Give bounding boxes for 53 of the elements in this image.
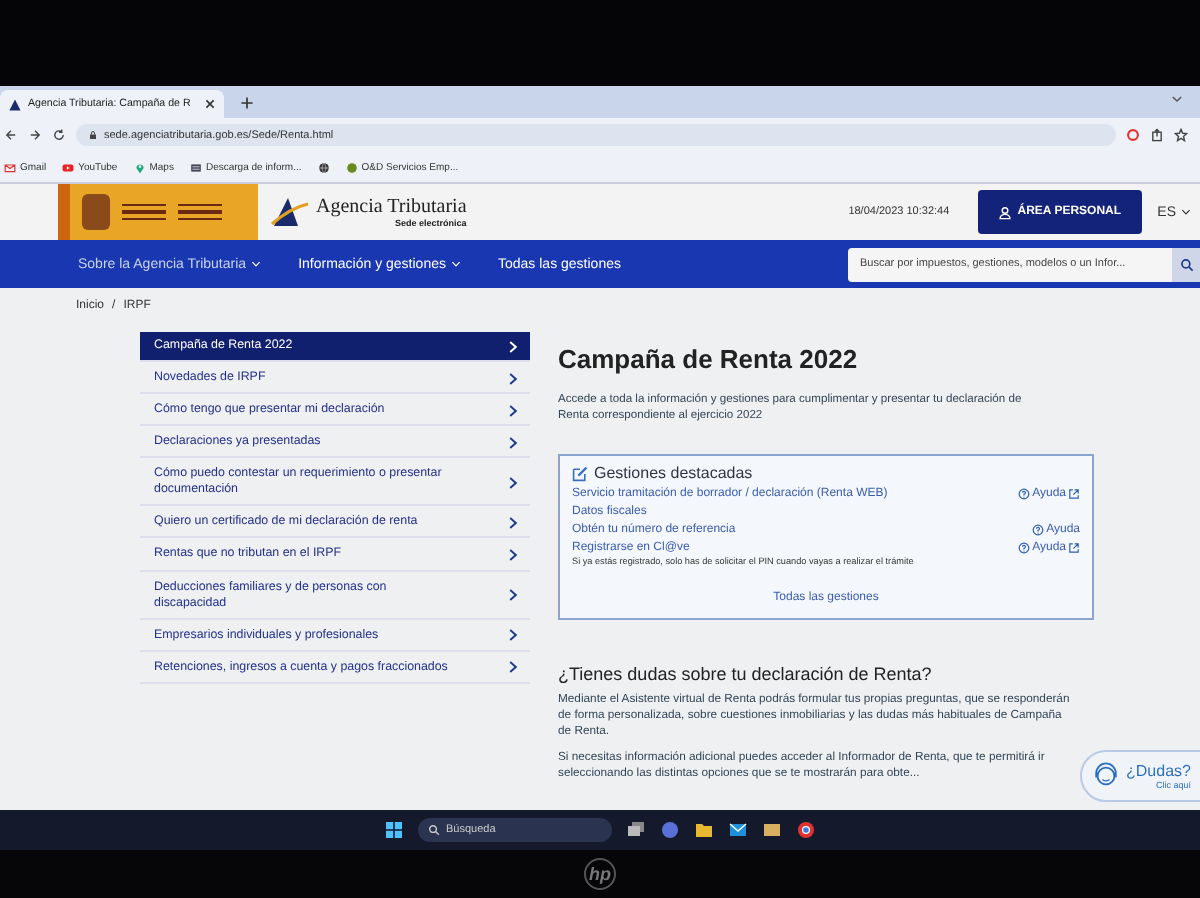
chevron-right-icon (506, 628, 520, 643)
chevron-down-icon (1180, 206, 1192, 218)
chevron-down-icon (450, 258, 462, 270)
windows-stack-icon[interactable] (626, 820, 646, 840)
globe-icon (317, 161, 330, 173)
envelope-icon[interactable] (762, 820, 782, 840)
search-button[interactable] (1172, 247, 1200, 281)
question-icon (1018, 542, 1031, 555)
share-icon[interactable] (1150, 128, 1164, 142)
chevron-right-icon (506, 435, 520, 450)
question-icon (1018, 488, 1031, 501)
document-icon (189, 161, 202, 173)
agency-logo-icon (270, 196, 310, 228)
page-title: Campaña de Renta 2022 (558, 344, 860, 374)
chevron-right-icon (506, 547, 520, 562)
bookmark[interactable] (317, 161, 330, 173)
agency-logo-icon (8, 97, 22, 111)
section-heading: ¿Tienes dudas sobre tu declaración de Renta? (558, 664, 934, 685)
site-icon (345, 161, 358, 173)
close-icon[interactable] (204, 98, 216, 110)
folder-icon[interactable] (694, 820, 714, 840)
chevron-right-icon (506, 660, 520, 675)
question-icon (1032, 524, 1045, 537)
headset-icon (1092, 762, 1120, 790)
brand-name: Agencia Tributaria (316, 196, 467, 218)
lock-icon (88, 130, 98, 140)
mail-icon (4, 161, 16, 173)
chevron-right-icon (506, 339, 520, 354)
chrome-icon[interactable] (796, 820, 816, 840)
panel-title: Gestiones destacadas (594, 464, 753, 483)
device-logo: hp (584, 858, 616, 890)
external-link-icon (1068, 542, 1080, 555)
new-tab-icon[interactable] (240, 96, 254, 110)
reload-icon[interactable] (52, 128, 66, 142)
play-icon (62, 161, 75, 173)
back-arrow-icon[interactable] (4, 128, 18, 142)
chevron-right-icon (506, 403, 520, 418)
forward-arrow-icon[interactable] (28, 128, 42, 142)
chevron-right-icon (506, 371, 520, 386)
chevron-right-icon (506, 515, 520, 530)
chevron-right-icon (506, 588, 520, 603)
start-icon[interactable] (384, 820, 404, 840)
search-icon (1179, 257, 1193, 271)
edit-icon (572, 465, 588, 482)
mail-icon[interactable] (728, 820, 748, 840)
chevron-down-icon[interactable] (1170, 92, 1184, 106)
user-icon (997, 205, 1012, 219)
chevron-right-icon (506, 475, 520, 490)
chevron-down-icon (250, 258, 263, 270)
map-pin-icon (133, 161, 146, 173)
external-link-icon (1068, 488, 1080, 501)
search-icon (428, 824, 440, 836)
star-icon[interactable] (1174, 128, 1188, 142)
